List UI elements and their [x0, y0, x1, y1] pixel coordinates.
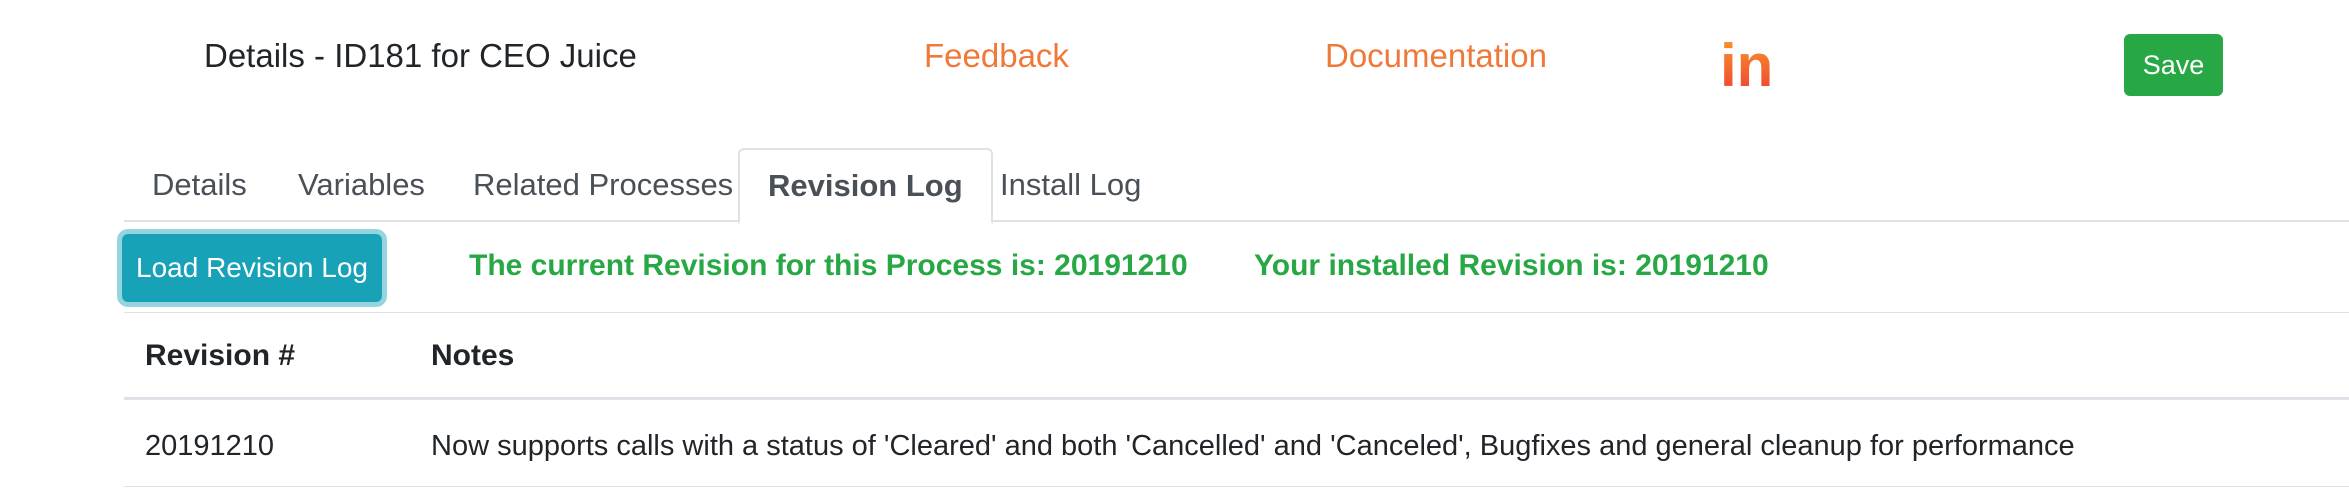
notes-cell: Now supports calls with a status of 'Cle… — [431, 430, 2075, 462]
divider — [124, 312, 2349, 313]
installed-revision-text: Your installed Revision is: 20191210 — [1254, 249, 1769, 282]
current-revision-text: The current Revision for this Process is… — [469, 249, 1188, 282]
load-revision-log-button[interactable]: Load Revision Log — [122, 234, 382, 302]
column-header-revision: Revision # — [145, 339, 296, 372]
table-header-divider — [124, 397, 2349, 400]
save-button[interactable]: Save — [2124, 34, 2223, 96]
brand-logo-text: in — [1720, 32, 1773, 92]
table-row-divider — [124, 486, 2349, 487]
brand-logo-icon[interactable]: in — [1719, 32, 1783, 92]
tab-install-log[interactable]: Install Log — [972, 148, 1169, 222]
page-title: Details - ID181 for CEO Juice — [204, 37, 637, 74]
feedback-link[interactable]: Feedback — [924, 34, 1069, 78]
column-header-notes: Notes — [431, 339, 515, 372]
tab-revision-log[interactable]: Revision Log — [738, 148, 993, 224]
page: Details - ID181 for CEO Juice Feedback D… — [0, 0, 2349, 500]
revision-cell: 20191210 — [145, 430, 275, 462]
documentation-link[interactable]: Documentation — [1325, 34, 1547, 78]
tab-bar: Details Variables Related Processes Revi… — [124, 148, 2349, 224]
tab-variables[interactable]: Variables — [270, 148, 453, 222]
tab-details[interactable]: Details — [124, 148, 275, 222]
tab-related-processes[interactable]: Related Processes — [445, 148, 761, 222]
